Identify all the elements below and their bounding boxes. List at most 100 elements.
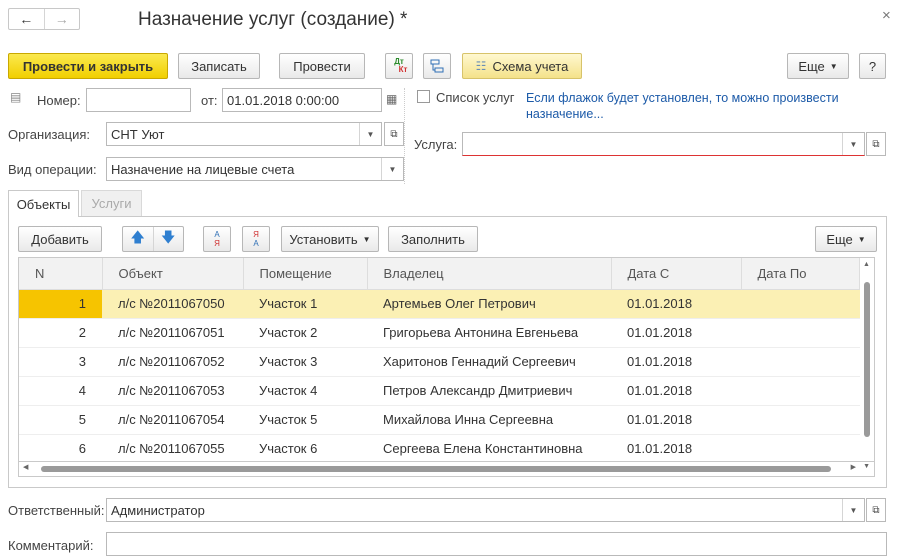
table-cell[interactable] — [741, 289, 860, 319]
table-cell[interactable] — [741, 405, 860, 435]
column-header[interactable]: Дата С — [611, 258, 742, 290]
dropdown-icon[interactable]: ▼ — [842, 499, 864, 521]
table-row[interactable]: 2 л/с №2011067051 Участок 2 Григорьева Анто… — [19, 318, 860, 348]
comment-field[interactable] — [106, 532, 887, 556]
tab-objects[interactable]: Объекты — [8, 190, 79, 217]
table-row[interactable]: 3 л/с №2011067052 Участок 3 Харитонов Генна… — [19, 347, 860, 377]
table-row[interactable]: 5 л/с №2011067054 Участок 5 Михайлова Инна … — [19, 405, 860, 435]
post-and-close-button[interactable]: Провести и закрыть — [8, 53, 168, 79]
table-cell[interactable]: Участок 3 — [243, 347, 367, 377]
table-cell[interactable] — [741, 434, 860, 461]
organization-label: Организация: — [8, 127, 91, 142]
table-cell[interactable]: 3 — [19, 347, 102, 377]
forward-arrow-icon[interactable]: → — [45, 9, 80, 29]
table-row[interactable]: 6 л/с №2011067055 Участок 6 Сергеева Елена … — [19, 434, 860, 461]
close-icon[interactable]: × — [882, 7, 891, 24]
operation-type-field[interactable]: Назначение на лицевые счета ▼ — [106, 157, 404, 181]
table-cell[interactable]: 4 — [19, 376, 102, 406]
scroll-thumb[interactable] — [864, 282, 870, 437]
open-icon[interactable]: ⧉ — [384, 122, 404, 146]
move-up-icon[interactable]: 🡅 — [123, 227, 154, 251]
table-cell[interactable]: 5 — [19, 405, 102, 435]
table-cell[interactable]: 01.01.2018 — [611, 434, 741, 461]
history-nav: ← → — [8, 8, 80, 30]
table-cell[interactable]: Участок 4 — [243, 376, 367, 406]
table-row[interactable]: 4 л/с №2011067053 Участок 4 Петров Александ… — [19, 376, 860, 406]
dropdown-icon[interactable]: ▼ — [842, 133, 864, 155]
table-cell[interactable]: Харитонов Геннадий Сергеевич — [367, 347, 611, 377]
table-cell[interactable]: Григорьева Антонина Евгеньева — [367, 318, 611, 348]
back-arrow-icon[interactable]: ← — [9, 9, 45, 29]
hint-text: Если флажок будет установлен, то можно п… — [526, 91, 839, 121]
table-cell[interactable]: Сергеева Елена Константиновна — [367, 434, 611, 461]
table-cell[interactable]: 01.01.2018 — [611, 289, 741, 319]
table-header: N Объект Помещение Владелец Дата С Дата … — [19, 258, 860, 290]
hierarchy-icon: ☷ — [475, 59, 487, 73]
table-cell[interactable]: 1 — [19, 289, 102, 319]
table-cell[interactable]: л/с №2011067055 — [102, 434, 243, 461]
table-cell[interactable] — [741, 376, 860, 406]
table-cell[interactable]: 01.01.2018 — [611, 405, 741, 435]
table-cell[interactable]: л/с №2011067051 — [102, 318, 243, 348]
dropdown-icon[interactable]: ▼ — [381, 158, 403, 180]
table-more-button[interactable]: Еще ▼ — [815, 226, 877, 252]
dt-kt-icon[interactable]: Дт Кт — [385, 53, 413, 79]
table-cell[interactable]: л/с №2011067050 — [102, 289, 243, 319]
responsible-field[interactable]: Администратор ▼ — [106, 498, 865, 522]
table-row[interactable]: 1 л/с №2011067050 Участок 1 Артемьев Олег П… — [19, 289, 860, 319]
date-input[interactable]: 01.01.2018 0:00:00 — [222, 88, 382, 112]
structure-icon[interactable] — [423, 53, 451, 79]
table-cell[interactable]: 01.01.2018 — [611, 347, 741, 377]
fill-button[interactable]: Заполнить — [388, 226, 478, 252]
more-button[interactable]: Еще ▼ — [787, 53, 849, 79]
table-cell[interactable] — [741, 318, 860, 348]
move-down-icon[interactable]: 🡇 — [154, 227, 184, 251]
table-cell[interactable]: 6 — [19, 434, 102, 461]
column-header[interactable]: N — [19, 258, 103, 290]
accounting-scheme-button[interactable]: ☷ Схема учета — [462, 53, 582, 79]
sort-descending-icon[interactable]: Я А — [242, 226, 270, 252]
tab-services[interactable]: Услуги — [81, 190, 142, 216]
add-button[interactable]: Добавить — [18, 226, 102, 252]
table-cell[interactable]: Участок 2 — [243, 318, 367, 348]
open-icon[interactable]: ⧉ — [866, 498, 886, 522]
post-button[interactable]: Провести — [279, 53, 365, 79]
table-cell[interactable]: л/с №2011067054 — [102, 405, 243, 435]
services-list-checkbox[interactable] — [417, 90, 430, 103]
table-cell[interactable]: 01.01.2018 — [611, 318, 741, 348]
save-button[interactable]: Записать — [178, 53, 260, 79]
table-cell[interactable]: Участок 6 — [243, 434, 367, 461]
table-cell[interactable]: Михайлова Инна Сергеевна — [367, 405, 611, 435]
column-header[interactable]: Помещение — [243, 258, 368, 290]
open-icon[interactable]: ⧉ — [866, 132, 886, 156]
scroll-thumb[interactable] — [41, 466, 831, 472]
service-label: Услуга: — [414, 137, 458, 152]
table-cell[interactable]: 2 — [19, 318, 102, 348]
table-cell[interactable]: л/с №2011067053 — [102, 376, 243, 406]
table-cell[interactable]: л/с №2011067052 — [102, 347, 243, 377]
vertical-scrollbar[interactable]: ▲ — [860, 257, 875, 462]
scroll-down-icon[interactable]: ▼ — [863, 463, 870, 470]
table-cell[interactable] — [741, 347, 860, 377]
table-cell[interactable]: Петров Александр Дмитриевич — [367, 376, 611, 406]
scroll-left-icon[interactable]: ◀ — [23, 463, 28, 471]
set-button[interactable]: Установить ▼ — [281, 226, 379, 252]
table-cell[interactable]: Участок 5 — [243, 405, 367, 435]
sort-ascending-icon[interactable]: А Я — [203, 226, 231, 252]
column-header[interactable]: Объект — [102, 258, 244, 290]
table-cell[interactable]: 01.01.2018 — [611, 376, 741, 406]
column-header[interactable]: Дата По — [741, 258, 860, 290]
help-button[interactable]: ? — [859, 53, 886, 79]
horizontal-scrollbar[interactable]: ◀ ▶ ▼ — [18, 462, 875, 477]
scroll-up-icon[interactable]: ▲ — [863, 261, 870, 268]
table-cell[interactable]: Участок 1 — [243, 289, 367, 319]
number-input[interactable] — [86, 88, 191, 112]
scroll-right-icon[interactable]: ▶ — [851, 463, 856, 471]
table-cell[interactable]: Артемьев Олег Петрович — [367, 289, 611, 319]
dropdown-icon[interactable]: ▼ — [359, 123, 381, 145]
calendar-icon[interactable]: ▦ — [386, 92, 397, 106]
operation-type-label: Вид операции: — [8, 162, 97, 177]
column-header[interactable]: Владелец — [367, 258, 612, 290]
service-field[interactable]: ▼ — [462, 132, 865, 156]
organization-field[interactable]: СНТ Уют ▼ — [106, 122, 382, 146]
